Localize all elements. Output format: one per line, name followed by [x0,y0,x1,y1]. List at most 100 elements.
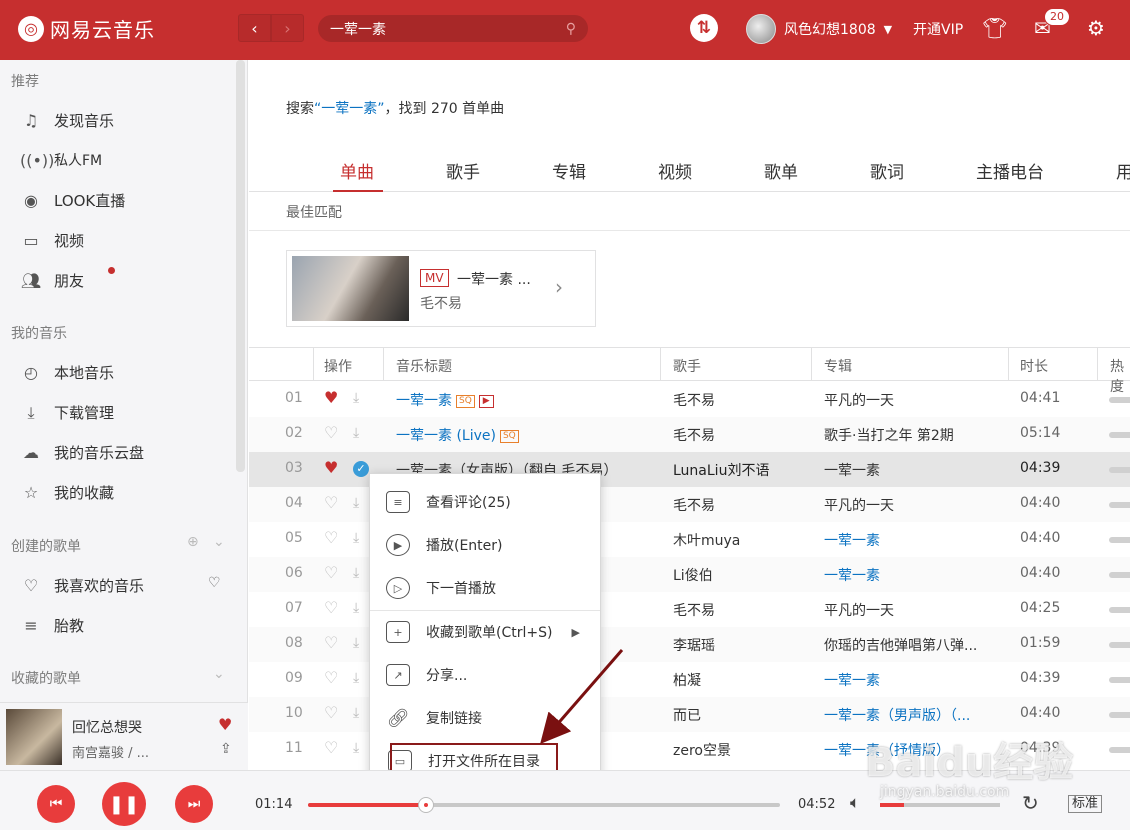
sidebar-item-discover[interactable]: ♫ 发现音乐 [20,110,114,131]
song-artist[interactable]: 毛不易 [673,495,715,515]
song-artist[interactable]: 毛不易 [673,425,715,445]
col-artist[interactable]: 歌手 [673,356,701,376]
download-icon[interactable]: ⤓ [353,705,359,721]
sidebar-item-look-live[interactable]: ◉ LOOK直播 [20,190,125,211]
song-artist[interactable]: zero空景 [673,740,731,760]
menu-item-add-to-playlist[interactable]: + 收藏到歌单(Ctrl+S) ▶ [370,612,600,652]
song-artist[interactable]: LunaLiu刘不语 [673,460,769,480]
tab-songs[interactable]: 单曲 [340,158,374,183]
previous-track-button[interactable]: ⏮ [37,785,75,823]
sidebar-item-favorites[interactable]: ☆ 我的收藏 [20,482,114,503]
sidebar-item-downloads[interactable]: ⤓ 下载管理 [20,402,114,423]
best-match-card[interactable]: MV 一荤一素 ... 毛不易 › [286,250,596,327]
search-icon[interactable]: ⚲ [566,21,576,37]
now-playing-title[interactable]: 回忆总想哭 [72,717,142,737]
song-album[interactable]: 平凡的一天 [824,390,894,410]
like-heart-icon[interactable]: ♡ [324,598,338,617]
song-title[interactable]: 一荤一素 (Live) SQ [396,425,519,445]
like-heart-icon[interactable]: ♡ [324,703,338,722]
chevron-down-icon[interactable]: ⌄ [213,666,225,682]
app-logo[interactable]: ◎ 网易云音乐 [18,14,155,43]
menu-item-share[interactable]: ↗ 分享... [370,655,600,695]
song-artist[interactable]: 柏凝 [673,670,701,690]
menu-item-view-comments[interactable]: ≡ 查看评论(25) [370,482,600,522]
add-playlist-icon[interactable]: ⊕ [187,534,199,550]
sidebar-item-playlist-taijiao[interactable]: ≡ 胎教 [20,615,84,636]
song-artist[interactable]: 毛不易 [673,600,715,620]
download-icon[interactable]: ⤓ [353,670,359,686]
song-album[interactable]: 一荤一素（男声版）（... [824,705,970,725]
listen-together-icon[interactable]: ⇅ [690,14,718,42]
sidebar-item-local-music[interactable]: ◴ 本地音乐 [20,362,114,383]
table-row[interactable]: 02 ♡ ⤓ 一荤一素 (Live) SQ 毛不易 歌手·当打之年 第2期 05:14 [249,417,1130,452]
mv-play-icon[interactable]: ▶ [478,395,494,408]
song-album[interactable]: 一荤一素 [824,530,880,550]
skin-shirt-icon[interactable]: 👕︎ [982,16,1007,40]
download-icon[interactable]: ⤓ [353,565,359,581]
menu-item-play[interactable]: ▶ 播放(Enter) [370,525,600,565]
tab-albums[interactable]: 专辑 [552,158,586,183]
song-artist[interactable]: 李琚瑶 [673,635,715,655]
song-album[interactable]: 你瑶的吉他弹唱第八弹... [824,635,977,655]
download-icon[interactable]: ⤓ [353,530,359,546]
tab-users[interactable]: 用 [1116,158,1130,183]
sidebar-item-video[interactable]: ▭ 视频 [20,230,84,251]
like-heart-icon[interactable]: ♡ [324,528,338,547]
tab-radio[interactable]: 主播电台 [976,158,1044,183]
sidebar-scrollbar[interactable] [236,60,245,472]
song-artist[interactable]: 毛不易 [673,390,715,410]
song-artist[interactable]: Li俊伯 [673,565,713,585]
sidebar-item-friends[interactable]: 👥︎ 朋友 [20,267,115,291]
like-heart-icon[interactable]: ♡ [324,563,338,582]
chevron-down-icon[interactable]: ⌄ [213,534,225,550]
like-heart-icon[interactable]: ♡ [324,738,338,757]
pause-button[interactable]: ❚❚ [102,782,146,826]
tab-playlists[interactable]: 歌单 [764,158,798,183]
like-heart-icon[interactable]: ♡ [324,668,338,687]
search-box[interactable]: ⚲ [318,15,588,42]
mv-thumbnail[interactable] [292,256,409,321]
tab-lyrics[interactable]: 歌词 [870,158,904,183]
download-icon[interactable]: ⤓ [353,635,359,651]
menu-item-copy-link[interactable]: 🔗︎ 复制链接 [370,698,600,738]
col-title[interactable]: 音乐标题 [396,356,452,376]
song-artist[interactable]: 而已 [673,705,701,725]
avatar[interactable] [746,14,776,44]
back-button[interactable]: ‹ [238,14,271,42]
now-playing-mini[interactable]: 回忆总想哭 南宫嘉骏 / ... ♥ ⇪ [0,702,248,770]
now-playing-artist[interactable]: 南宫嘉骏 / ... [72,742,149,761]
like-heart-icon[interactable]: ♡ [324,423,338,442]
col-album[interactable]: 专辑 [824,356,852,376]
heartbeat-mode-icon[interactable]: ♡ [208,575,221,591]
song-artist[interactable]: 木叶muya [673,530,740,550]
download-icon[interactable]: ⤓ [353,740,359,756]
progress-bar[interactable] [308,797,780,813]
song-album[interactable]: 歌手·当打之年 第2期 [824,425,954,445]
chevron-right-icon[interactable]: › [555,275,563,299]
username[interactable]: 风色幻想1808 [784,19,876,39]
heart-icon[interactable]: ♥ [218,715,232,734]
table-row[interactable]: 01 ♥ ⤓ 一荤一素 SQ ▶ 毛不易 平凡的一天 04:41 [249,382,1130,417]
vip-button[interactable]: 开通VIP [913,19,963,39]
song-title[interactable]: 一荤一素 SQ ▶ [396,390,494,410]
user-menu[interactable]: 风色幻想1808 ▼ [746,14,892,44]
song-album[interactable]: 一荤一素 [824,565,880,585]
col-duration[interactable]: 时长 [1020,356,1048,376]
sidebar-item-cloud-disk[interactable]: ☁ 我的音乐云盘 [20,442,144,463]
song-album[interactable]: 一荤一素 [824,460,880,480]
tab-videos[interactable]: 视频 [658,158,692,183]
forward-button[interactable]: › [271,14,304,42]
next-track-button[interactable]: ⏭ [175,785,213,823]
loop-mode-icon[interactable]: ↻ [1022,791,1039,815]
volume-icon[interactable]: 🔈︎ [850,793,860,813]
like-heart-icon[interactable]: ♥ [324,388,338,407]
share-icon[interactable]: ⇪ [220,741,232,757]
song-album[interactable]: 平凡的一天 [824,600,894,620]
like-heart-icon[interactable]: ♥ [324,458,338,477]
volume-slider[interactable] [880,803,1000,807]
sidebar-item-fm[interactable]: ((•)) 私人FM [20,150,102,170]
song-album[interactable]: 一荤一素 [824,670,880,690]
tab-artists[interactable]: 歌手 [446,158,480,183]
like-heart-icon[interactable]: ♡ [324,493,338,512]
download-icon[interactable]: ⤓ [353,495,359,511]
